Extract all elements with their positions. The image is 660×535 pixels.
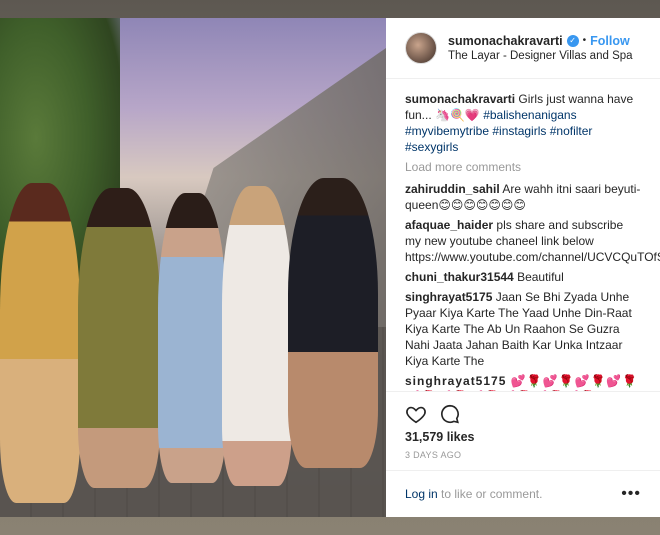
comments-section: sumonachakravarti Girls just wanna have … — [386, 79, 660, 391]
comment-icon[interactable] — [439, 403, 461, 425]
username[interactable]: sumonachakravarti — [448, 34, 563, 48]
verified-icon: ✓ — [566, 34, 579, 47]
comment-text: Beautiful — [517, 269, 564, 284]
action-bar — [386, 390, 660, 428]
comment-username[interactable]: afaquae_haider — [405, 218, 493, 232]
post-photo[interactable] — [0, 18, 386, 517]
comment: afaquae_haider pls share and subscribe m… — [405, 217, 660, 265]
caption: sumonachakravarti Girls just wanna have … — [405, 91, 641, 155]
login-link[interactable]: Log in — [405, 487, 438, 501]
person-2 — [78, 188, 160, 488]
post-sidebar: sumonachakravarti ✓ • Follow The Layar -… — [386, 18, 660, 517]
person-3 — [158, 193, 226, 483]
more-options-icon[interactable]: ••• — [621, 485, 641, 503]
post-header: sumonachakravarti ✓ • Follow The Layar -… — [386, 18, 660, 79]
likes-count[interactable]: 31,579 likes — [386, 428, 660, 446]
comment: singhrayat5175 💕🌹💕🌹💕🌹💕🌹💕🌹💕🌹💕🌹💕🌹💕🌹💕🌹 — [405, 373, 641, 391]
person-5 — [288, 178, 378, 468]
comment: singhrayat5175 Jaan Se Bhi Zyada Unhe Py… — [405, 289, 641, 369]
comment: zahiruddin_sahil Are wahh itni saari bey… — [405, 181, 641, 213]
comment-username[interactable]: singhrayat5175 — [405, 290, 492, 304]
location-link[interactable]: The Layar - Designer Villas and Spa — [448, 50, 633, 62]
post-date: 3 DAYS AGO — [405, 450, 462, 460]
login-bar: Log in to like or comment. ••• — [386, 470, 660, 517]
person-4 — [222, 186, 292, 486]
instagram-post: sumonachakravarti ✓ • Follow The Layar -… — [0, 18, 660, 517]
comment: chuni_thakur31544 Beautiful — [405, 269, 641, 285]
comment-username[interactable]: chuni_thakur31544 — [405, 270, 514, 284]
separator-dot: • — [582, 35, 587, 47]
avatar[interactable] — [405, 31, 437, 64]
heart-icon[interactable] — [405, 403, 427, 425]
caption-username[interactable]: sumonachakravarti — [405, 92, 515, 106]
comment-username[interactable]: zahiruddin_sahil — [405, 182, 500, 196]
person-1 — [0, 183, 80, 503]
follow-button[interactable]: Follow — [590, 34, 630, 48]
load-more-comments-link[interactable]: Load more comments — [405, 159, 641, 175]
login-text: to like or comment. — [437, 487, 543, 501]
comment-username[interactable]: singhrayat5175 — [405, 374, 506, 388]
